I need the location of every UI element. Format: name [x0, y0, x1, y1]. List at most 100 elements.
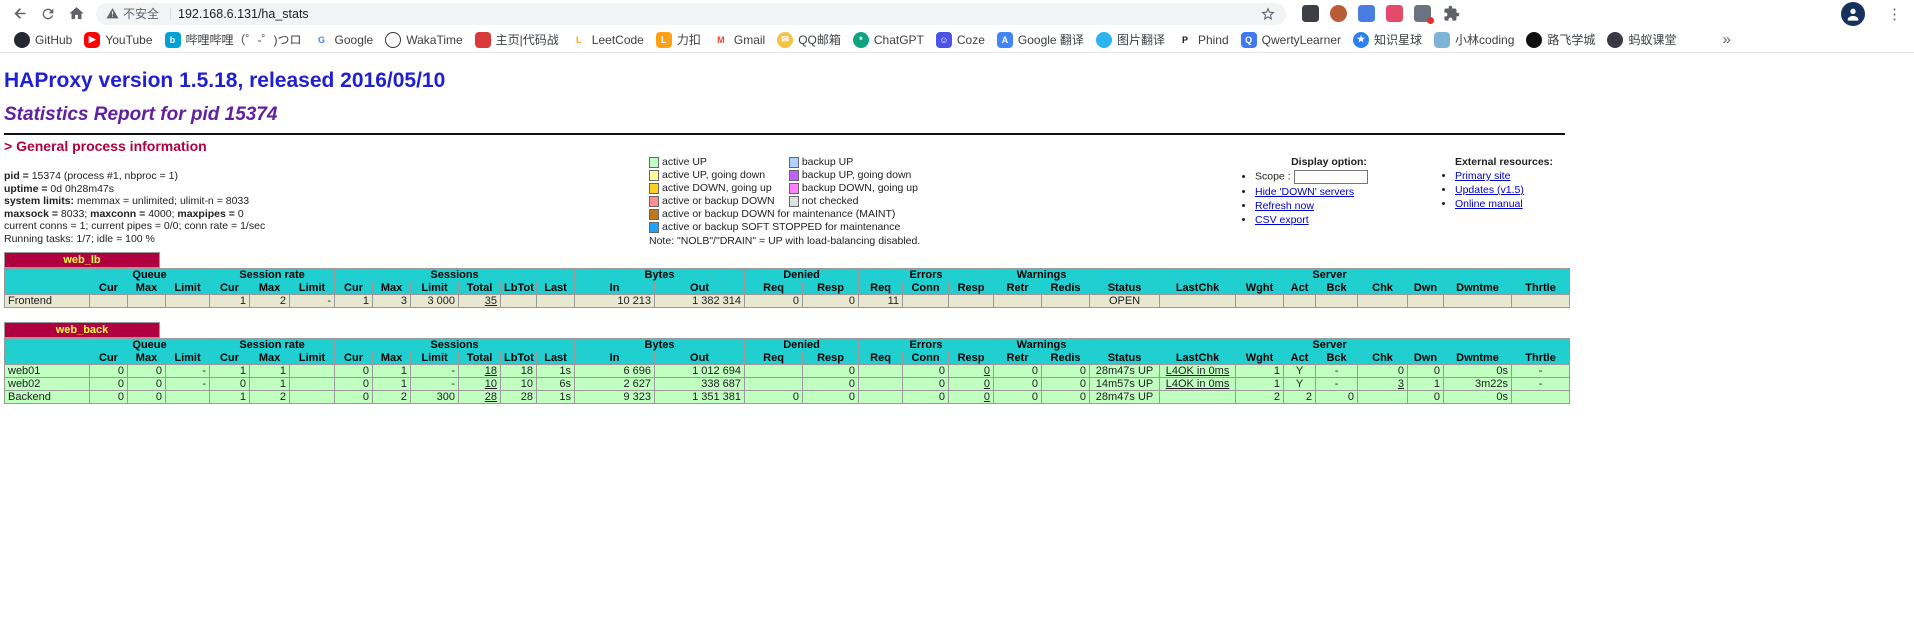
bookmark-favicon-icon: b [165, 32, 181, 48]
cell-cur: 1 [335, 295, 373, 308]
external-resource-link[interactable]: Updates (v1.5) [1455, 184, 1524, 196]
col-header-cur: Cur [90, 352, 128, 365]
col-header-req: Req [745, 352, 803, 365]
bookmark-item[interactable]: PPhind [1171, 30, 1235, 50]
cell-out: 1 351 381 [655, 391, 745, 404]
bookmark-item[interactable]: *ChatGPT [847, 30, 930, 50]
col-header-in: In [575, 352, 655, 365]
cell-resp [949, 295, 994, 308]
home-icon [68, 5, 85, 22]
external-resource-link[interactable]: Online manual [1455, 198, 1523, 210]
col-header-limit: Limit [411, 352, 459, 365]
display-option-link[interactable]: CSV export [1255, 214, 1309, 226]
col-header-thrtle: Thrtle [1512, 282, 1570, 295]
col-group-queue: Queue [90, 269, 210, 282]
external-resource-link[interactable]: Primary site [1455, 170, 1510, 182]
extension-icon-4[interactable] [1386, 5, 1403, 22]
extensions-puzzle-icon[interactable] [1443, 5, 1460, 22]
cell-status: 14m57s UP [1090, 378, 1160, 391]
col-header-resp: Resp [803, 282, 859, 295]
cell-max: 2 [373, 391, 411, 404]
back-button[interactable] [6, 2, 34, 26]
extension-icon-3[interactable] [1358, 5, 1375, 22]
cell-dwn: 1 [1408, 378, 1444, 391]
display-option-item: Refresh now [1255, 200, 1419, 212]
cell-last: 6s [537, 378, 575, 391]
cell-dwntme: 0s [1444, 365, 1512, 378]
bookmark-label: 哔哩哔哩（゜-゜)つロ [186, 31, 302, 48]
reload-button[interactable] [34, 2, 62, 26]
legend-item: active DOWN, going up [649, 182, 777, 194]
bookmark-item[interactable]: 图片翻译 [1090, 29, 1171, 50]
bookmark-item[interactable]: 蚂蚁课堂 [1601, 29, 1682, 50]
bookmarks-overflow-button[interactable]: » [1722, 31, 1730, 48]
cell-resp: 0 [803, 378, 859, 391]
process-info-line: uptime = 0d 0h28m47s [4, 183, 649, 196]
cell-bck: - [1316, 365, 1358, 378]
cell-thrtle [1512, 295, 1570, 308]
col-header-chk: Chk [1358, 282, 1408, 295]
bookmark-item[interactable]: WakaTime [379, 30, 468, 50]
legend-label: not checked [802, 195, 859, 207]
bookmark-item[interactable]: ▶YouTube [78, 30, 158, 50]
cell-redis: 0 [1042, 365, 1090, 378]
bookmark-item[interactable]: MGmail [707, 30, 771, 50]
cell-thrtle: - [1512, 365, 1570, 378]
bookmark-item[interactable]: ✉QQ邮箱 [771, 29, 847, 50]
cell-in: 6 696 [575, 365, 655, 378]
bookmark-item[interactable]: ☺Coze [930, 30, 991, 50]
proxy-name-web_lb[interactable]: web_lb [4, 252, 160, 268]
bookmark-label: LeetCode [592, 33, 644, 47]
bookmark-favicon-icon: ✉ [777, 32, 793, 48]
cell-act: Y [1284, 365, 1316, 378]
col-header-cur: Cur [210, 282, 250, 295]
stats-row-web02: web0200-0101-10106s2 627338 6870000014m5… [5, 378, 1570, 391]
cell-dwntme: 0s [1444, 391, 1512, 404]
person-icon [1845, 6, 1861, 22]
extension-badge [1427, 17, 1434, 24]
proxy-name-web_back[interactable]: web_back [4, 322, 160, 338]
scope-input[interactable] [1294, 170, 1368, 184]
cell-resp: 0 [949, 365, 994, 378]
bookmark-item[interactable]: GGoogle [308, 30, 380, 50]
cell-chk [1358, 391, 1408, 404]
address-bar[interactable]: 不安全 192.168.6.131/ha_stats [96, 3, 1286, 25]
cell-conn: 0 [903, 365, 949, 378]
extension-icon-2[interactable] [1330, 5, 1347, 22]
bookmark-favicon-icon: Q [1241, 32, 1257, 48]
browser-menu-button[interactable]: ⋮ [1881, 5, 1908, 23]
bookmark-item[interactable]: 主页|代码战 [469, 29, 565, 50]
extension-icon-1[interactable] [1302, 5, 1319, 22]
bookmark-item[interactable]: LLeetCode [565, 30, 650, 50]
cell-cur: 1 [210, 365, 250, 378]
col-header-total: Total [459, 352, 501, 365]
display-options: Display option: Scope : Hide 'DOWN' serv… [1239, 156, 1419, 228]
bookmark-item[interactable]: ★知识星球 [1347, 29, 1428, 50]
process-info: pid = 15374 (process #1, nbproc = 1)upti… [4, 170, 649, 245]
page-title[interactable]: HAProxy version 1.5.18, released 2016/05… [4, 69, 1565, 93]
bookmark-item[interactable]: L力扣 [650, 29, 707, 50]
bookmark-favicon-icon: M [713, 32, 729, 48]
bookmark-item[interactable]: 小林coding [1428, 29, 1520, 50]
extension-icon-5[interactable] [1414, 5, 1431, 22]
browser-chrome: 不安全 192.168.6.131/ha_stats ⋮ GitHub▶YouT… [0, 0, 1914, 53]
col-header-total: Total [459, 282, 501, 295]
cell-redis: 0 [1042, 391, 1090, 404]
bookmark-item[interactable]: 路飞学城 [1520, 29, 1601, 50]
bookmark-item[interactable]: b 哔哩哔哩（゜-゜)つロ [159, 29, 308, 50]
bookmark-item[interactable]: AGoogle 翻译 [991, 29, 1090, 50]
cell-conn [903, 295, 949, 308]
profile-avatar[interactable] [1841, 2, 1865, 26]
legend-item: backup UP [789, 156, 920, 168]
home-button[interactable] [62, 2, 90, 26]
cell-retr [994, 295, 1042, 308]
display-option-link[interactable]: Refresh now [1255, 200, 1314, 212]
reload-icon [40, 6, 56, 22]
legend-label: active or backup DOWN for maintenance (M… [662, 208, 895, 220]
bookmark-item[interactable]: QQwertyLearner [1235, 30, 1347, 50]
bookmark-star-icon[interactable] [1260, 6, 1276, 22]
display-option-link[interactable]: Hide 'DOWN' servers [1255, 186, 1354, 198]
cell-cur [90, 295, 128, 308]
cell-req: 0 [745, 391, 803, 404]
bookmark-item[interactable]: GitHub [8, 30, 78, 50]
